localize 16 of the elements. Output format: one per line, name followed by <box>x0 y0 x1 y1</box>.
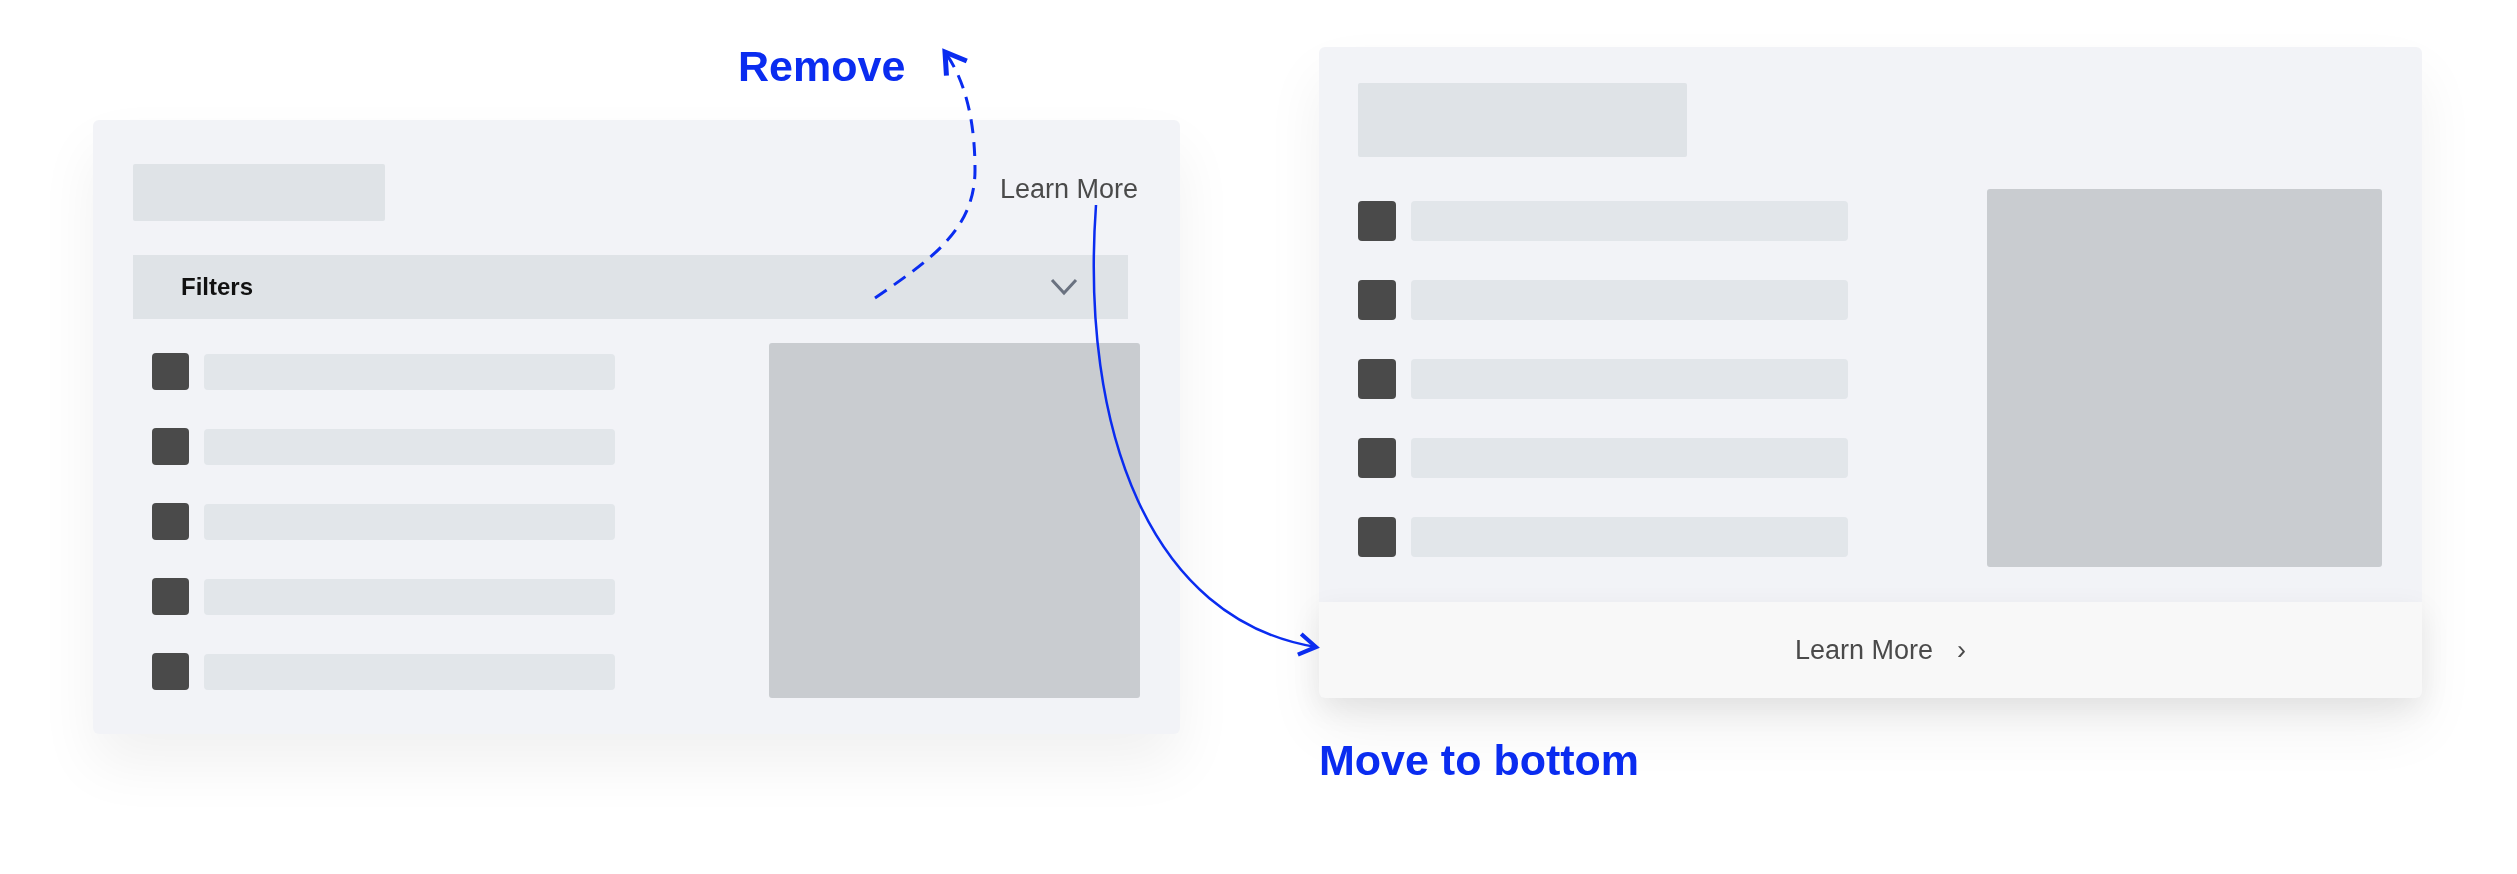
learn-more-button[interactable]: Learn More › <box>1794 634 1967 666</box>
checkbox[interactable] <box>152 353 189 390</box>
checkbox[interactable] <box>152 578 189 615</box>
annotation-label: Remove <box>738 42 906 91</box>
checkbox[interactable] <box>1358 517 1396 557</box>
checkbox[interactable] <box>1358 438 1396 478</box>
annotation-label: Move to bottom <box>1319 736 1640 785</box>
filters-bar[interactable]: Filters <box>133 255 1128 319</box>
checkbox[interactable] <box>152 428 189 465</box>
checkbox[interactable] <box>152 653 189 690</box>
checkbox[interactable] <box>1358 280 1396 320</box>
filters-label: Filters <box>181 273 254 301</box>
checkbox[interactable] <box>1358 201 1396 241</box>
learn-more-link[interactable]: Learn More <box>999 174 1138 205</box>
checkbox[interactable] <box>152 503 189 540</box>
checkbox[interactable] <box>1358 359 1396 399</box>
